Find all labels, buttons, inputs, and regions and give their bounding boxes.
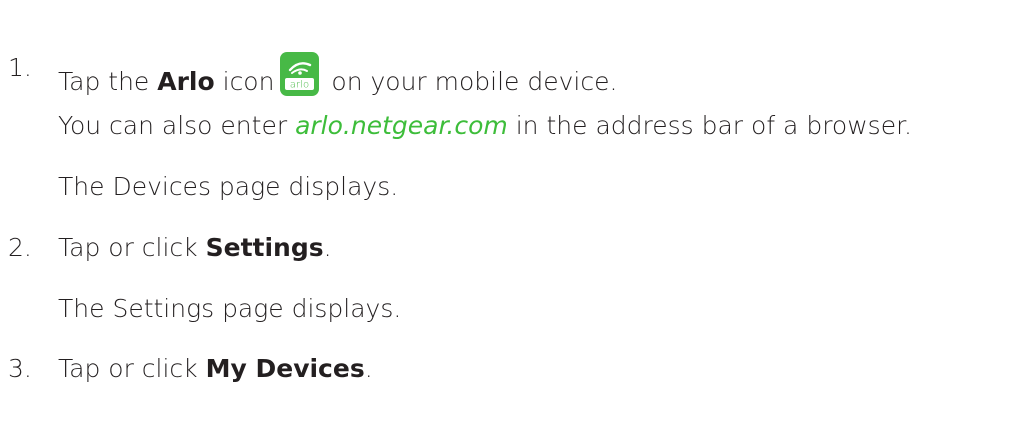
note-text: You can also enter arlo.netgear.com in t… [58,110,912,142]
step-text: Tap or click My Devices. [58,353,373,385]
note-before: You can also enter [58,111,296,140]
note-after: in the address bar of a browser. [507,111,913,140]
step-number: 1. [8,53,32,82]
step-suffix: . [364,354,373,383]
arlo-icon-label: arlo [290,80,309,91]
step-number: 2. [8,233,32,262]
note-text: The Settings page displays. [58,294,402,323]
step-prefix: Tap the [58,67,158,96]
step-bold-term: Settings [205,233,324,262]
step-suffix: on your mobile device. [323,67,618,96]
step-prefix: Tap or click [58,233,206,262]
step-text: Tap the Arlo icon arlo on your mobile de… [58,52,617,98]
step-bold-term: My Devices [205,354,365,383]
arlo-web-link[interactable]: arlo.netgear.com [295,111,508,140]
step-bold-term: Arlo [157,67,215,96]
step-text: Tap or click Settings. [58,232,332,264]
arlo-app-icon: arlo [280,52,320,96]
step-prefix: Tap or click [58,354,206,383]
step-suffix: . [323,233,332,262]
note-text: The Devices page displays. [58,172,399,201]
step-number: 3. [8,354,32,383]
step-mid: icon [214,67,275,96]
